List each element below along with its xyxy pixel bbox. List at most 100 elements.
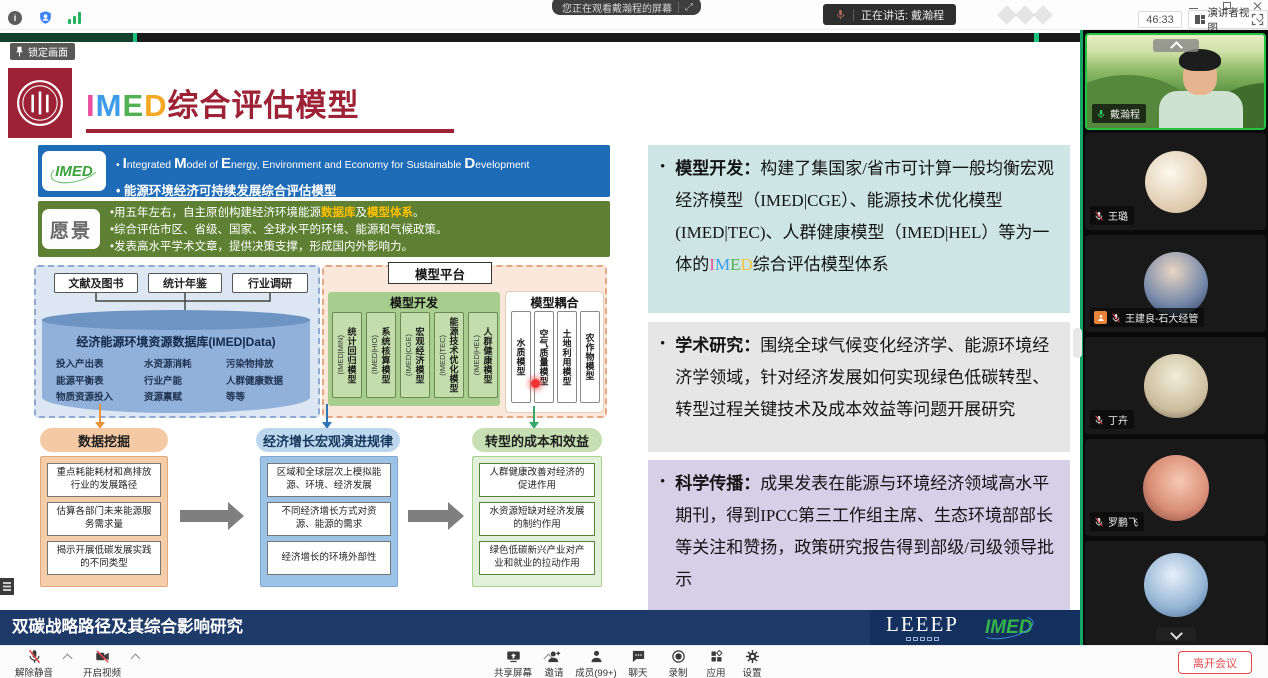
pku-logo — [8, 68, 72, 138]
participant-name: 王璐 — [1108, 208, 1128, 223]
flow-column: 人群健康改善对经济的促进作用 水资源短缺对经济发展的制约作用 绿色低碳新兴产业对… — [472, 456, 602, 587]
model-box: (IMED|MIN)统计回归模型 — [332, 312, 362, 398]
video-tile-speaker[interactable]: 戴瀚程 — [1085, 33, 1266, 130]
collapse-strip-button[interactable] — [1153, 39, 1199, 52]
flow-pill: 数据挖掘 — [40, 428, 168, 452]
db-item: 能源平衡表 — [56, 374, 113, 391]
maximize-button[interactable] — [1222, 1, 1234, 11]
source-box: 行业调研 — [232, 273, 308, 293]
pin-screen-button[interactable]: 锁定画面 — [10, 43, 75, 60]
speaking-banner: 正在讲话: 戴瀚程 — [823, 4, 956, 25]
fullscreen-icon[interactable] — [1250, 12, 1265, 27]
mic-muted-icon — [1094, 415, 1104, 425]
imed-banner-line2: • 能源环境经济可持续发展综合评估模型 — [116, 180, 604, 199]
security-shield-icon[interactable] — [38, 10, 53, 25]
mic-on-icon — [1096, 109, 1106, 119]
source-box: 文献及图书 — [54, 273, 138, 293]
flow-item: 区域和全球层次上模拟能源、环境、经济发展 — [267, 463, 391, 497]
shared-screen: 锁定画面 IMED综合评估模型 IMED • Integrated Model … — [0, 30, 1081, 645]
coupling-box: 水质模型 — [511, 311, 531, 403]
flow-column: 重点耗能耗材和高排放行业的发展路径 估算各部门未来能源服务需求量 揭示开展低碳发… — [40, 456, 168, 587]
source-box: 统计年鉴 — [148, 273, 222, 293]
bullet-research: • 学术研究：围绕全球气候变化经济学、能源环境经济学领域，针对经济发展如何实现绿… — [648, 322, 1070, 452]
flow-item: 重点耗能耗材和高排放行业的发展路径 — [47, 463, 161, 497]
bullet-model-dev: • 模型开发：构建了集国家/省市可计算一般均衡宏观经济模型（IMED|CGE）、… — [648, 145, 1070, 313]
participants-panel: 戴瀚程 王璐 王建良-石大经管 丁卉 — [1083, 30, 1268, 645]
exit-fullscreen-icon[interactable]: ⤢ — [678, 2, 693, 13]
participant-badge: 丁卉 — [1090, 410, 1134, 429]
vision-banner: 愿景 •用五年左右，自主原创构建经济环境能源数据库及模型体系。 •综合评估市区、… — [38, 201, 610, 257]
person-icon — [588, 649, 605, 664]
title-letter-m: M — [96, 88, 123, 123]
avatar — [1144, 553, 1208, 617]
side-menu-icon[interactable] — [0, 578, 14, 595]
meeting-window: i 您正在观看戴瀚程的屏幕 ⤢ 正在讲话: 戴瀚程 46:33 演讲者视图 — [0, 0, 1268, 678]
video-tile[interactable]: 王璐 — [1085, 133, 1266, 230]
network-signal-icon[interactable] — [68, 12, 84, 24]
gear-icon — [744, 649, 761, 664]
flow-item: 经济增长的环境外部性 — [267, 541, 391, 575]
db-item: 行业产能 — [144, 374, 192, 391]
video-tile[interactable] — [1085, 541, 1266, 645]
coupling-box: 土地利用模型 — [557, 311, 577, 403]
settings-button[interactable]: 设置 — [722, 649, 782, 678]
vision-line2: •综合评估市区、省级、国家、全球水平的环境、能源和气候政策。 — [110, 222, 606, 239]
video-options-caret[interactable] — [131, 654, 141, 664]
participant-badge: 王建良-石大经管 — [1090, 308, 1204, 327]
minimize-button[interactable] — [1188, 1, 1200, 11]
flow-item: 绿色低碳新兴产业对产业和就业的拉动作用 — [479, 541, 595, 575]
panel-resize-handle[interactable] — [1073, 328, 1082, 358]
pin-icon — [15, 46, 24, 57]
title-rest: 综合评估模型 — [168, 88, 360, 123]
video-tile[interactable]: 罗鹏飞 — [1085, 439, 1266, 536]
flow-item: 不同经济增长方式对资源、能源的需求 — [267, 502, 391, 536]
avatar — [1145, 151, 1207, 213]
platform-title: 模型平台 — [388, 262, 492, 284]
db-item: 等等 — [226, 390, 283, 407]
vision-line3: •发表高水平学术文章，提供决策支撑，形成国内外影响力。 — [110, 239, 606, 256]
model-dev-title: 模型开发 — [328, 294, 500, 311]
share-screen-icon — [505, 649, 522, 664]
title-underline — [86, 129, 454, 133]
scroll-down-button[interactable] — [1156, 627, 1196, 641]
watching-banner: 您正在观看戴瀚程的屏幕 ⤢ — [552, 0, 701, 15]
watching-banner-text: 您正在观看戴瀚程的屏幕 — [562, 0, 672, 15]
layout-icon — [1195, 15, 1203, 24]
video-tile[interactable]: 王建良-石大经管 — [1085, 235, 1266, 332]
imed-logo: IMED — [42, 151, 106, 191]
presenter-app-strip — [0, 33, 1081, 42]
db-item: 投入产出表 — [56, 357, 113, 374]
bullet-communication: • 科学传播：成果发表在能源与环境经济领域高水平期刊，得到IPCC第三工作组主席… — [648, 460, 1070, 610]
participant-name: 罗鹏飞 — [1108, 514, 1138, 529]
mic-muted-icon — [1111, 313, 1121, 323]
db-item: 水资源消耗 — [144, 357, 192, 374]
meeting-timer: 46:33 — [1138, 11, 1182, 28]
speaking-banner-text: 正在讲话: 戴瀚程 — [861, 7, 944, 23]
mic-options-caret[interactable] — [63, 654, 73, 664]
info-icon[interactable]: i — [8, 11, 22, 25]
start-video-button[interactable]: 开启视频 — [72, 649, 132, 678]
avatar — [1144, 252, 1208, 316]
video-tile[interactable]: 丁卉 — [1085, 337, 1266, 434]
flow-pill: 转型的成本和效益 — [472, 428, 602, 452]
laser-pointer-dot — [531, 379, 540, 388]
close-button[interactable] — [1252, 1, 1264, 11]
camera-off-icon — [94, 649, 111, 664]
meeting-toolbar: 解除静音 开启视频 共享屏幕 邀请 成员(99+) 聊天 录制 — [0, 645, 1268, 678]
slide-footer-title: 双碳战略路径及其综合影响研究 — [0, 610, 870, 645]
flow-item: 人群健康改善对经济的促进作用 — [479, 463, 595, 497]
title-letter-e: E — [122, 88, 144, 123]
coupling-box: 空气质量模型 — [534, 311, 554, 403]
imed-banner: IMED • Integrated Model of Energy, Envir… — [38, 145, 610, 197]
hand-raised-icon — [1094, 311, 1107, 324]
flow-arrow — [408, 502, 464, 530]
leave-meeting-button[interactable]: 离开会议 — [1178, 651, 1252, 674]
participant-badge: 罗鹏飞 — [1090, 512, 1144, 531]
avatar — [1143, 455, 1209, 521]
model-box: (IMED|TEC)能源技术优化模型 — [434, 312, 464, 398]
slide-title: IMED综合评估模型 — [86, 80, 360, 125]
db-item: 资源禀赋 — [144, 390, 192, 407]
unmute-button[interactable]: 解除静音 — [4, 649, 64, 678]
model-coupling-title: 模型耦合 — [506, 294, 603, 311]
title-letter-i: I — [86, 88, 96, 123]
